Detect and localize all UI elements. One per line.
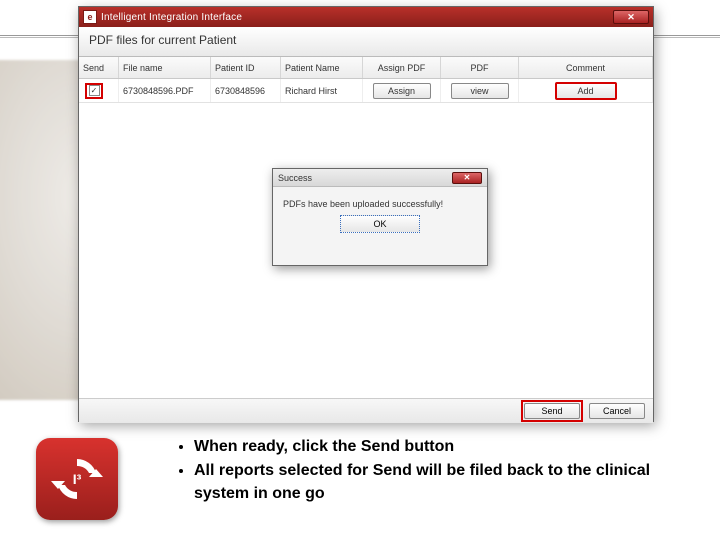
window-footer: Send Cancel (79, 399, 653, 423)
col-comment: Comment (519, 57, 653, 78)
send-checkbox[interactable]: ✓ (89, 85, 100, 96)
logo-text: I³ (73, 471, 82, 487)
table-header: Send File name Patient ID Patient Name A… (79, 57, 653, 79)
bullet-item: When ready, click the Send button (194, 436, 676, 458)
refresh-icon: I³ (49, 451, 105, 507)
instruction-list: When ready, click the Send button All re… (176, 436, 676, 507)
bullet-item: All reports selected for Send will be fi… (194, 460, 676, 505)
window-close-button[interactable]: ✕ (613, 10, 649, 24)
send-checkbox-highlight: ✓ (85, 83, 103, 99)
col-patient-name: Patient Name (281, 57, 363, 78)
assign-button[interactable]: Assign (373, 83, 431, 99)
col-assign: Assign PDF (363, 57, 441, 78)
app-icon: e (83, 10, 97, 24)
ok-button[interactable]: OK (340, 215, 420, 233)
cell-patient-id: 6730848596 (211, 79, 281, 102)
col-pdf: PDF (441, 57, 519, 78)
dialog-titlebar: Success ✕ (273, 169, 487, 187)
cell-file: 6730848596.PDF (119, 79, 211, 102)
dialog-title: Success (278, 173, 452, 183)
dialog-message: PDFs have been uploaded successfully! (273, 187, 487, 215)
cell-patient-name: Richard Hirst (281, 79, 363, 102)
dialog-close-button[interactable]: ✕ (452, 172, 482, 184)
app-logo: I³ (36, 438, 118, 520)
page-title: PDF files for current Patient (79, 27, 653, 57)
send-button-highlight: Send (521, 400, 583, 422)
send-button[interactable]: Send (524, 403, 580, 419)
window-title: Intelligent Integration Interface (101, 12, 613, 23)
titlebar: e Intelligent Integration Interface ✕ (79, 7, 653, 27)
col-patient-id: Patient ID (211, 57, 281, 78)
add-comment-button[interactable]: Add (555, 82, 617, 100)
col-file: File name (119, 57, 211, 78)
success-dialog: Success ✕ PDFs have been uploaded succes… (272, 168, 488, 266)
cancel-button[interactable]: Cancel (589, 403, 645, 419)
table-row: ✓ 6730848596.PDF 6730848596 Richard Hirs… (79, 79, 653, 103)
col-send: Send (79, 57, 119, 78)
view-button[interactable]: view (451, 83, 509, 99)
